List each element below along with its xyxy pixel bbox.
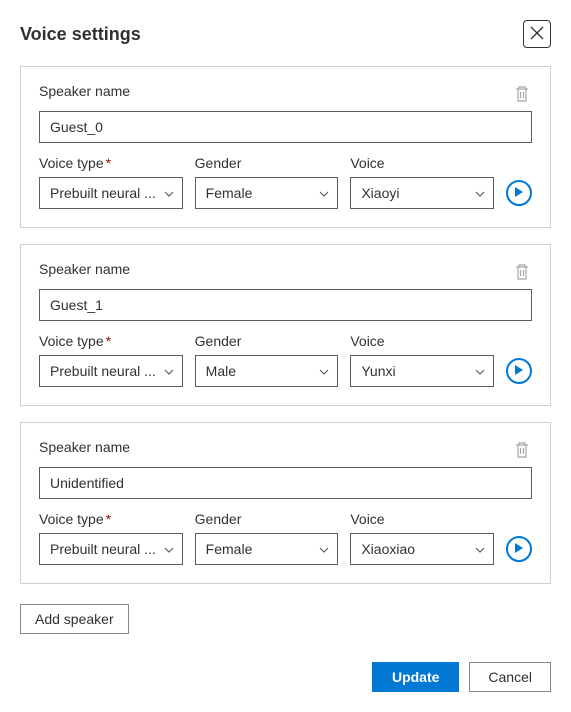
play-voice-button[interactable]: [506, 536, 532, 562]
speaker-name-input[interactable]: [39, 467, 532, 499]
play-voice-button[interactable]: [506, 358, 532, 384]
update-button[interactable]: Update: [372, 662, 459, 692]
gender-select[interactable]: Female: [195, 533, 339, 565]
gender-label: Gender: [195, 333, 339, 349]
gender-select[interactable]: Female: [195, 177, 339, 209]
trash-icon: [514, 446, 530, 462]
voice-select[interactable]: Yunxi: [350, 355, 494, 387]
voice-type-label: Voice type*: [39, 333, 183, 349]
voice-label: Voice: [350, 511, 494, 527]
add-speaker-button[interactable]: Add speaker: [20, 604, 129, 634]
gender-select[interactable]: Male: [195, 355, 339, 387]
play-voice-button[interactable]: [506, 180, 532, 206]
delete-speaker-button[interactable]: [514, 85, 532, 103]
speaker-name-label: Speaker name: [39, 261, 130, 277]
speaker-name-label: Speaker name: [39, 83, 130, 99]
trash-icon: [514, 268, 530, 284]
speaker-name-input[interactable]: [39, 111, 532, 143]
voice-label: Voice: [350, 155, 494, 171]
play-icon: [514, 363, 524, 379]
voice-select[interactable]: Xiaoyi: [350, 177, 494, 209]
voice-select[interactable]: Xiaoxiao: [350, 533, 494, 565]
speaker-card: Speaker name Voice type* Prebuilt neural…: [20, 422, 551, 584]
delete-speaker-button[interactable]: [514, 441, 532, 459]
speaker-name-input[interactable]: [39, 289, 532, 321]
play-icon: [514, 541, 524, 557]
voice-type-label: Voice type*: [39, 511, 183, 527]
gender-label: Gender: [195, 511, 339, 527]
voice-type-select[interactable]: Prebuilt neural ...: [39, 177, 183, 209]
voice-label: Voice: [350, 333, 494, 349]
delete-speaker-button[interactable]: [514, 263, 532, 281]
speaker-name-label: Speaker name: [39, 439, 130, 455]
cancel-button[interactable]: Cancel: [469, 662, 551, 692]
play-icon: [514, 185, 524, 201]
gender-label: Gender: [195, 155, 339, 171]
close-icon: [530, 26, 544, 43]
voice-type-select[interactable]: Prebuilt neural ...: [39, 533, 183, 565]
voice-type-select[interactable]: Prebuilt neural ...: [39, 355, 183, 387]
close-button[interactable]: [523, 20, 551, 48]
speaker-card: Speaker name Voice type* Prebuilt neural…: [20, 66, 551, 228]
trash-icon: [514, 90, 530, 106]
voice-type-label: Voice type*: [39, 155, 183, 171]
speaker-card: Speaker name Voice type* Prebuilt neural…: [20, 244, 551, 406]
page-title: Voice settings: [20, 24, 141, 45]
